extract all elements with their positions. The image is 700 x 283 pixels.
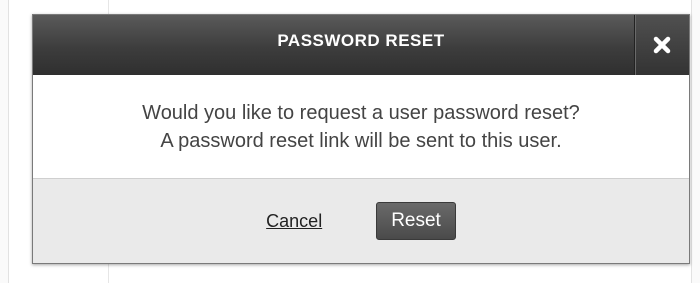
close-button[interactable] (634, 15, 689, 75)
dialog-message-line-2: A password reset link will be sent to th… (160, 129, 562, 152)
background-column-right (691, 0, 700, 283)
close-icon (653, 36, 671, 54)
cancel-link[interactable]: Cancel (266, 211, 322, 232)
background-column-left (0, 0, 9, 283)
dialog-title: PASSWORD RESET (277, 31, 445, 50)
dialog-body: Would you like to request a user passwor… (33, 75, 689, 179)
dialog-header: PASSWORD RESET (33, 15, 689, 75)
dialog-footer: Cancel Reset (33, 179, 689, 263)
dialog-message-line-1: Would you like to request a user passwor… (142, 101, 580, 124)
password-reset-dialog: PASSWORD RESET Would you like to request… (32, 14, 690, 264)
reset-button[interactable]: Reset (376, 202, 456, 240)
